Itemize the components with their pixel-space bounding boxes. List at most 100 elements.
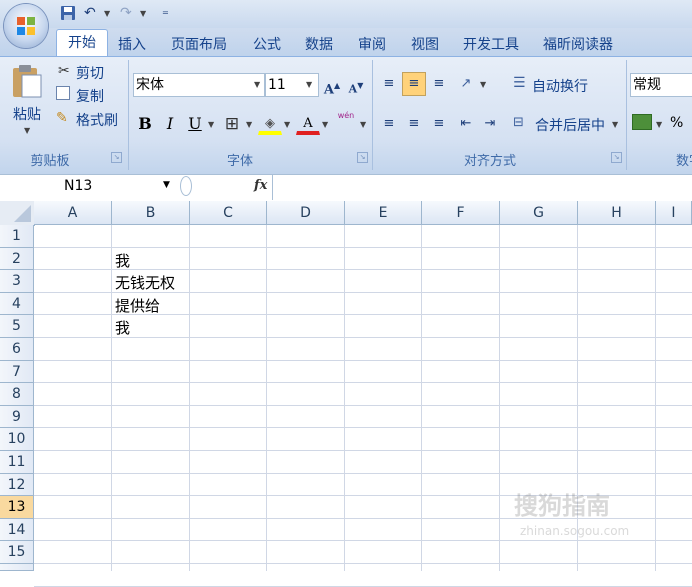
cut-button-label[interactable]: 剪切 <box>76 63 104 83</box>
shrink-font-icon[interactable]: A▼ <box>344 73 368 97</box>
fill-color-dropdown-icon[interactable]: ▼ <box>284 120 290 129</box>
row-header-1[interactable]: 1 <box>0 225 34 248</box>
format-painter-icon[interactable]: ✎ <box>56 110 68 126</box>
name-box[interactable]: N13 <box>0 175 170 198</box>
row-header-4[interactable]: 4 <box>0 292 34 316</box>
italic-button[interactable]: I <box>158 112 182 136</box>
phonetic-dropdown-icon[interactable]: ▼ <box>360 120 366 129</box>
row-header-2[interactable]: 2 <box>0 247 34 271</box>
orientation-icon[interactable]: ↗ <box>454 72 478 96</box>
insert-function-icon[interactable]: fx <box>254 178 267 193</box>
name-box-dropdown-icon[interactable]: ▼ <box>163 180 170 190</box>
font-size-dropdown-icon[interactable]: ▼ <box>306 80 312 89</box>
align-middle-icon[interactable]: ≡ <box>402 72 426 96</box>
paste-dropdown-icon[interactable]: ▼ <box>24 126 30 135</box>
cell-b3[interactable]: 无钱无权 <box>115 272 175 293</box>
column-header-g[interactable]: G <box>500 201 578 225</box>
format-painter-button-label[interactable]: 格式刷 <box>76 110 118 130</box>
alignment-launcher-icon[interactable]: ↘ <box>611 152 622 163</box>
align-right-icon[interactable]: ≡ <box>427 112 451 136</box>
column-header-d[interactable]: D <box>267 201 345 225</box>
borders-icon[interactable]: ⊞ <box>220 112 244 136</box>
bold-button[interactable]: B <box>133 112 157 136</box>
copy-button-label[interactable]: 复制 <box>76 86 104 106</box>
fill-color-icon[interactable]: ◈ <box>258 112 282 135</box>
tab-review[interactable]: 审阅 <box>358 34 386 54</box>
grow-font-icon[interactable]: A▲ <box>320 73 344 97</box>
paste-icon[interactable] <box>10 63 44 99</box>
clipboard-launcher-icon[interactable]: ↘ <box>111 152 122 163</box>
align-bottom-icon[interactable]: ≡ <box>427 72 451 96</box>
undo-dropdown-icon[interactable]: ▼ <box>104 9 110 27</box>
merge-center-icon[interactable]: ⊟ <box>513 115 524 130</box>
number-format-combobox[interactable]: 常规 <box>630 73 692 97</box>
select-all-corner[interactable] <box>0 201 35 226</box>
row-header-14[interactable]: 14 <box>0 518 34 542</box>
tab-developer[interactable]: 开发工具 <box>463 34 519 54</box>
row-header-11[interactable]: 11 <box>0 451 34 474</box>
column-header-b[interactable]: B <box>112 201 190 225</box>
percent-style-button[interactable]: % <box>670 115 683 131</box>
row-header[interactable] <box>0 564 34 571</box>
column-header-i[interactable]: I <box>656 201 692 225</box>
cell-b2[interactable]: 我 <box>115 250 130 271</box>
save-icon[interactable] <box>60 5 76 21</box>
font-color-dropdown-icon[interactable]: ▼ <box>322 120 328 129</box>
tab-data[interactable]: 数据 <box>305 34 333 54</box>
merge-center-button-label[interactable]: 合并后居中 <box>535 115 605 135</box>
office-button[interactable] <box>4 4 48 48</box>
tab-foxit-reader[interactable]: 福昕阅读器 <box>543 34 613 54</box>
tab-insert[interactable]: 插入 <box>118 34 146 54</box>
undo-icon[interactable]: ↶ <box>84 5 96 23</box>
font-name-dropdown-icon[interactable]: ▼ <box>254 80 260 89</box>
column-header-a[interactable]: A <box>34 201 112 225</box>
align-top-icon[interactable]: ≡ <box>377 72 401 96</box>
formula-input[interactable] <box>278 175 688 199</box>
font-color-icon[interactable]: A <box>296 112 320 135</box>
row-header-12[interactable]: 12 <box>0 473 34 497</box>
customize-qat-icon[interactable]: ₌ <box>162 4 169 22</box>
redo-dropdown-icon[interactable]: ▼ <box>140 9 146 27</box>
decrease-indent-icon[interactable]: ⇤ <box>454 112 478 136</box>
row-header-5[interactable]: 5 <box>0 315 34 338</box>
tab-home[interactable]: 开始 <box>56 29 108 57</box>
column-header-e[interactable]: E <box>345 201 422 225</box>
tab-formulas[interactable]: 公式 <box>253 34 281 54</box>
align-center-icon[interactable]: ≡ <box>402 112 426 136</box>
orientation-dropdown-icon[interactable]: ▼ <box>480 80 486 89</box>
wrap-text-icon[interactable]: ☰ <box>513 75 526 91</box>
copy-icon[interactable] <box>56 86 70 100</box>
tab-page-layout[interactable]: 页面布局 <box>171 34 227 54</box>
accounting-format-icon[interactable] <box>632 114 652 130</box>
underline-dropdown-icon[interactable]: ▼ <box>208 120 214 129</box>
redo-icon[interactable]: ↷ <box>120 5 132 23</box>
row-header-3[interactable]: 3 <box>0 270 34 293</box>
column-header-c[interactable]: C <box>190 201 267 225</box>
column-header-h[interactable]: H <box>578 201 656 225</box>
column-header-f[interactable]: F <box>422 201 500 225</box>
row-header-7[interactable]: 7 <box>0 360 34 384</box>
row-header-10[interactable]: 10 <box>0 428 34 451</box>
formula-bar-splitter[interactable] <box>180 176 192 196</box>
row-header-13[interactable]: 13 <box>0 496 34 519</box>
borders-dropdown-icon[interactable]: ▼ <box>246 120 252 129</box>
paste-button-label[interactable]: 粘贴 <box>13 104 41 124</box>
cut-icon[interactable]: ✂ <box>58 63 70 79</box>
row-header-6[interactable]: 6 <box>0 338 34 361</box>
tab-view[interactable]: 视图 <box>411 34 439 54</box>
row-header-9[interactable]: 9 <box>0 405 34 429</box>
accounting-dropdown-icon[interactable]: ▼ <box>656 120 662 129</box>
align-left-icon[interactable]: ≡ <box>377 112 401 136</box>
font-name-combobox[interactable]: 宋体 <box>133 73 265 97</box>
increase-indent-icon[interactable]: ⇥ <box>478 112 502 136</box>
row-header-15[interactable]: 15 <box>0 541 34 564</box>
row-header-8[interactable]: 8 <box>0 383 34 406</box>
cell-b5[interactable]: 我 <box>115 317 130 338</box>
group-divider <box>626 60 627 170</box>
cell-b4[interactable]: 提供给 <box>115 295 160 316</box>
wrap-text-button-label[interactable]: 自动换行 <box>532 76 588 96</box>
underline-button[interactable]: U <box>183 112 207 136</box>
merge-center-dropdown-icon[interactable]: ▼ <box>612 120 618 129</box>
phonetic-guide-icon[interactable]: wén <box>334 110 358 134</box>
font-launcher-icon[interactable]: ↘ <box>357 152 368 163</box>
